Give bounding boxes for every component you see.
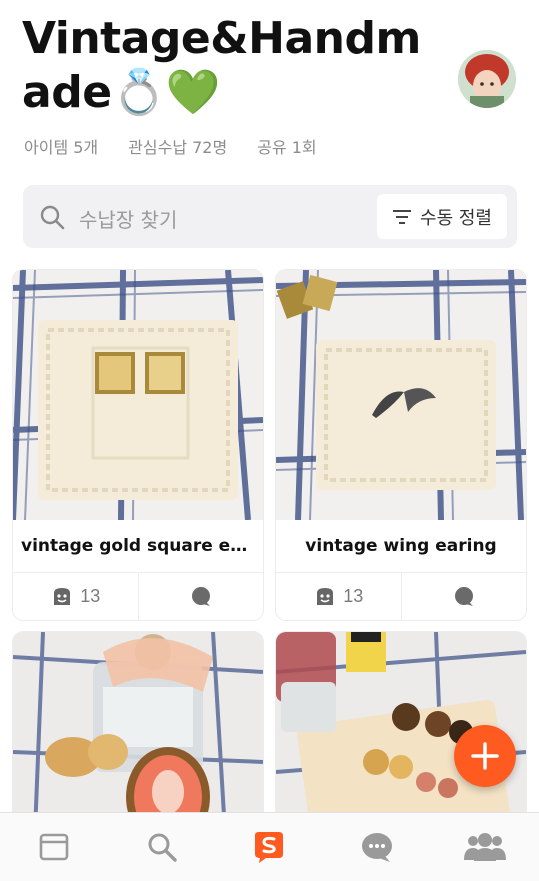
plus-icon [471, 742, 499, 770]
search-icon [40, 205, 65, 230]
item-name: vintage gold square ea... [21, 536, 262, 556]
wing-earring-photo [276, 270, 526, 520]
comment-icon [454, 586, 473, 606]
stat-shares: 공유 1회 [257, 138, 317, 157]
search-icon [148, 833, 177, 862]
item-photo[interactable] [276, 270, 526, 520]
header: Vintage&Handmade💍💚 아이템 5개 관심수납 72명 공유 1회 [0, 0, 539, 170]
bottom-tab-bar [0, 812, 539, 881]
comment-icon [191, 586, 210, 606]
search-bar[interactable]: 수납장 찾기 수동 정렬 [23, 185, 517, 248]
people-icon [464, 833, 507, 861]
tab-home[interactable] [216, 813, 324, 881]
tab-feed[interactable] [0, 813, 108, 881]
item-name: vintage wing earing [305, 536, 497, 556]
like-face-icon [54, 587, 71, 605]
tab-chat[interactable] [323, 813, 431, 881]
item-photo[interactable] [13, 270, 263, 520]
sort-button[interactable]: 수동 정렬 [377, 194, 507, 239]
stats-row: 아이템 5개 관심수납 72명 공유 1회 [24, 134, 317, 158]
stat-items: 아이템 5개 [24, 138, 99, 157]
tab-people[interactable] [431, 813, 539, 881]
comment-button[interactable] [137, 573, 264, 620]
sort-icon [393, 209, 412, 224]
item-actions: 13 [13, 572, 263, 620]
gold-square-earring-photo [13, 270, 263, 520]
comment-button[interactable] [400, 573, 527, 620]
search-input[interactable]: 수납장 찾기 [79, 204, 177, 233]
styleshare-logo-icon [255, 832, 284, 863]
like-face-icon [317, 587, 334, 605]
item-card[interactable]: vintage gold square ea... 13 [13, 270, 263, 620]
like-button[interactable]: 13 [276, 573, 401, 620]
chat-icon [362, 833, 393, 862]
stat-followers: 관심수납 72명 [128, 138, 228, 157]
feed-icon [39, 833, 69, 861]
tab-search[interactable] [108, 813, 216, 881]
avatar-image [458, 50, 516, 108]
like-count: 13 [343, 586, 364, 606]
avatar[interactable] [458, 50, 516, 108]
page-title: Vintage&Handmade💍💚 [22, 13, 421, 118]
item-card[interactable]: vintage wing earing 13 [276, 270, 526, 620]
add-button[interactable] [454, 725, 516, 787]
like-count: 13 [80, 586, 101, 606]
like-button[interactable]: 13 [13, 573, 138, 620]
item-actions: 13 [276, 572, 526, 620]
sort-label: 수동 정렬 [420, 207, 492, 229]
